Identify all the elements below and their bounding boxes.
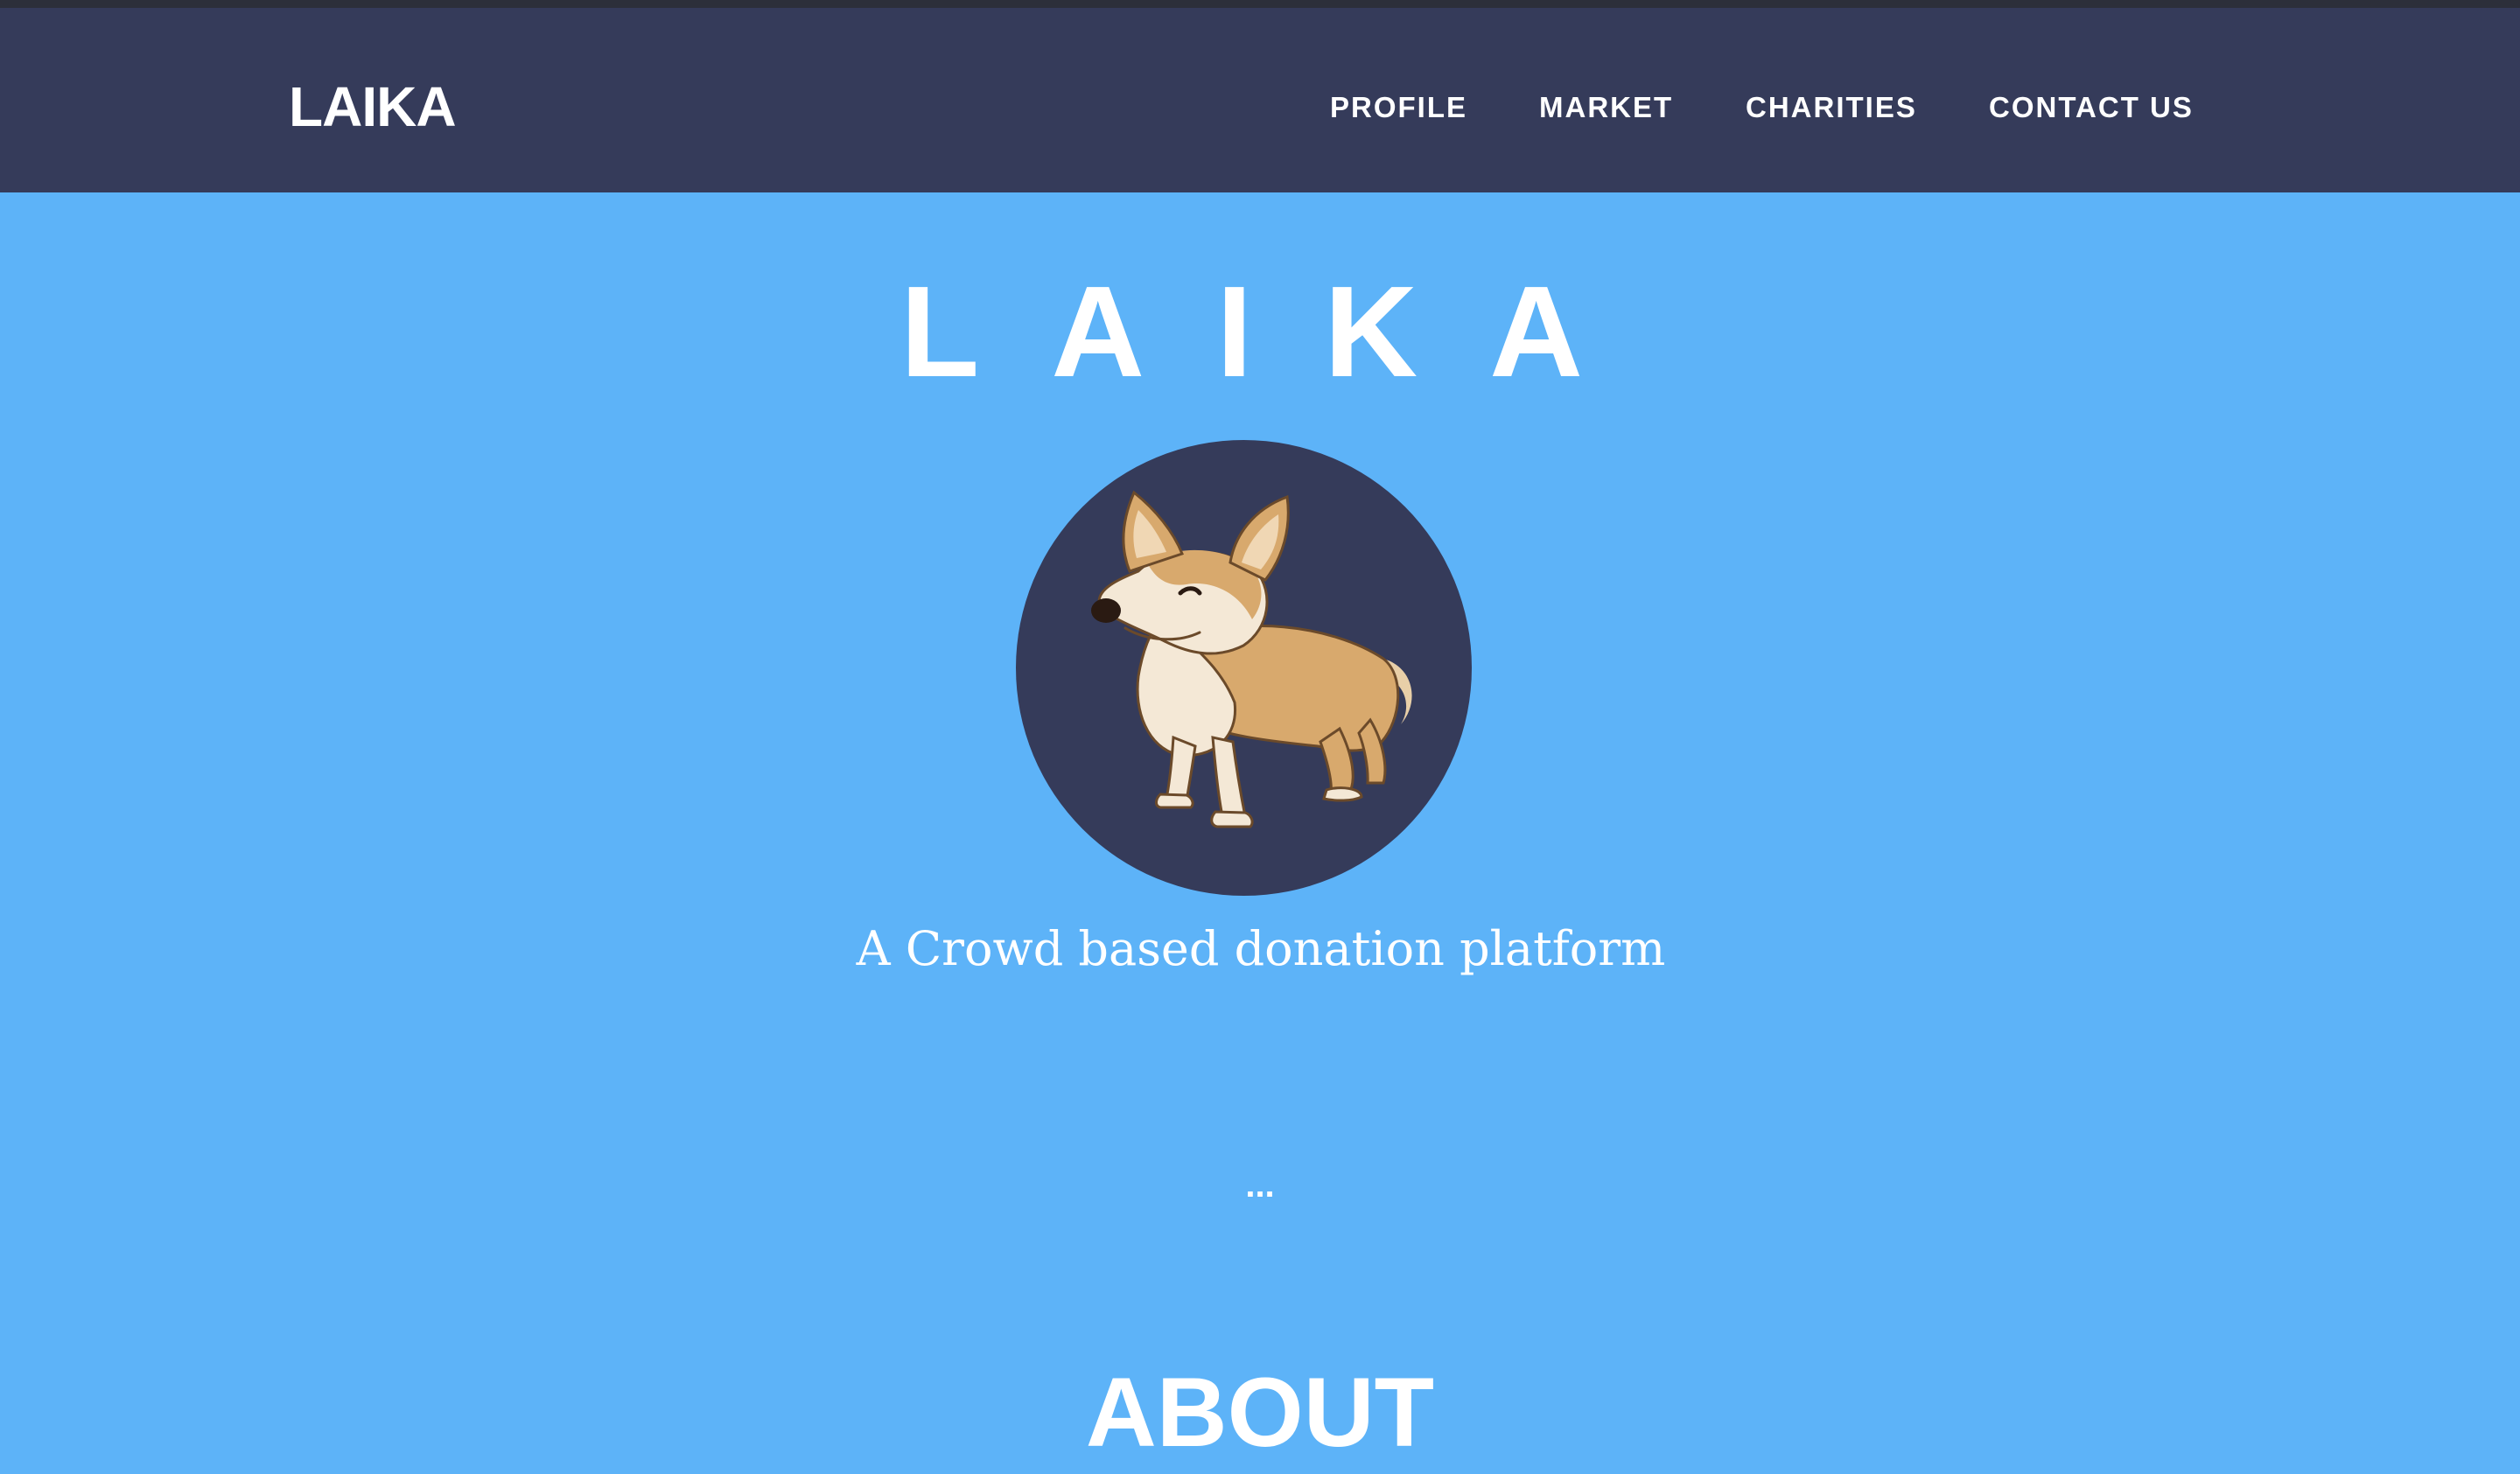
top-edge-bar (0, 0, 2520, 8)
scroll-more-button[interactable]: ... (1234, 1168, 1286, 1207)
corgi-dog-icon (1016, 440, 1472, 896)
nav-item-contact-us[interactable]: CONTACT US (1989, 81, 2194, 134)
nav-item-market[interactable]: MARKET (1539, 81, 1673, 134)
about-heading: ABOUT (1085, 1358, 1435, 1467)
nav-item-profile[interactable]: PROFILE (1330, 81, 1467, 134)
navbar: LAIKA PROFILE MARKET CHARITIES CONTACT U… (0, 8, 2520, 192)
hero-tagline: A Crowd based donation platform (856, 921, 1666, 976)
hero-title: LAIKA (900, 260, 1656, 404)
nav-item-charities[interactable]: CHARITIES (1746, 81, 1917, 134)
nav-menu: PROFILE MARKET CHARITIES CONTACT US (0, 81, 2520, 134)
